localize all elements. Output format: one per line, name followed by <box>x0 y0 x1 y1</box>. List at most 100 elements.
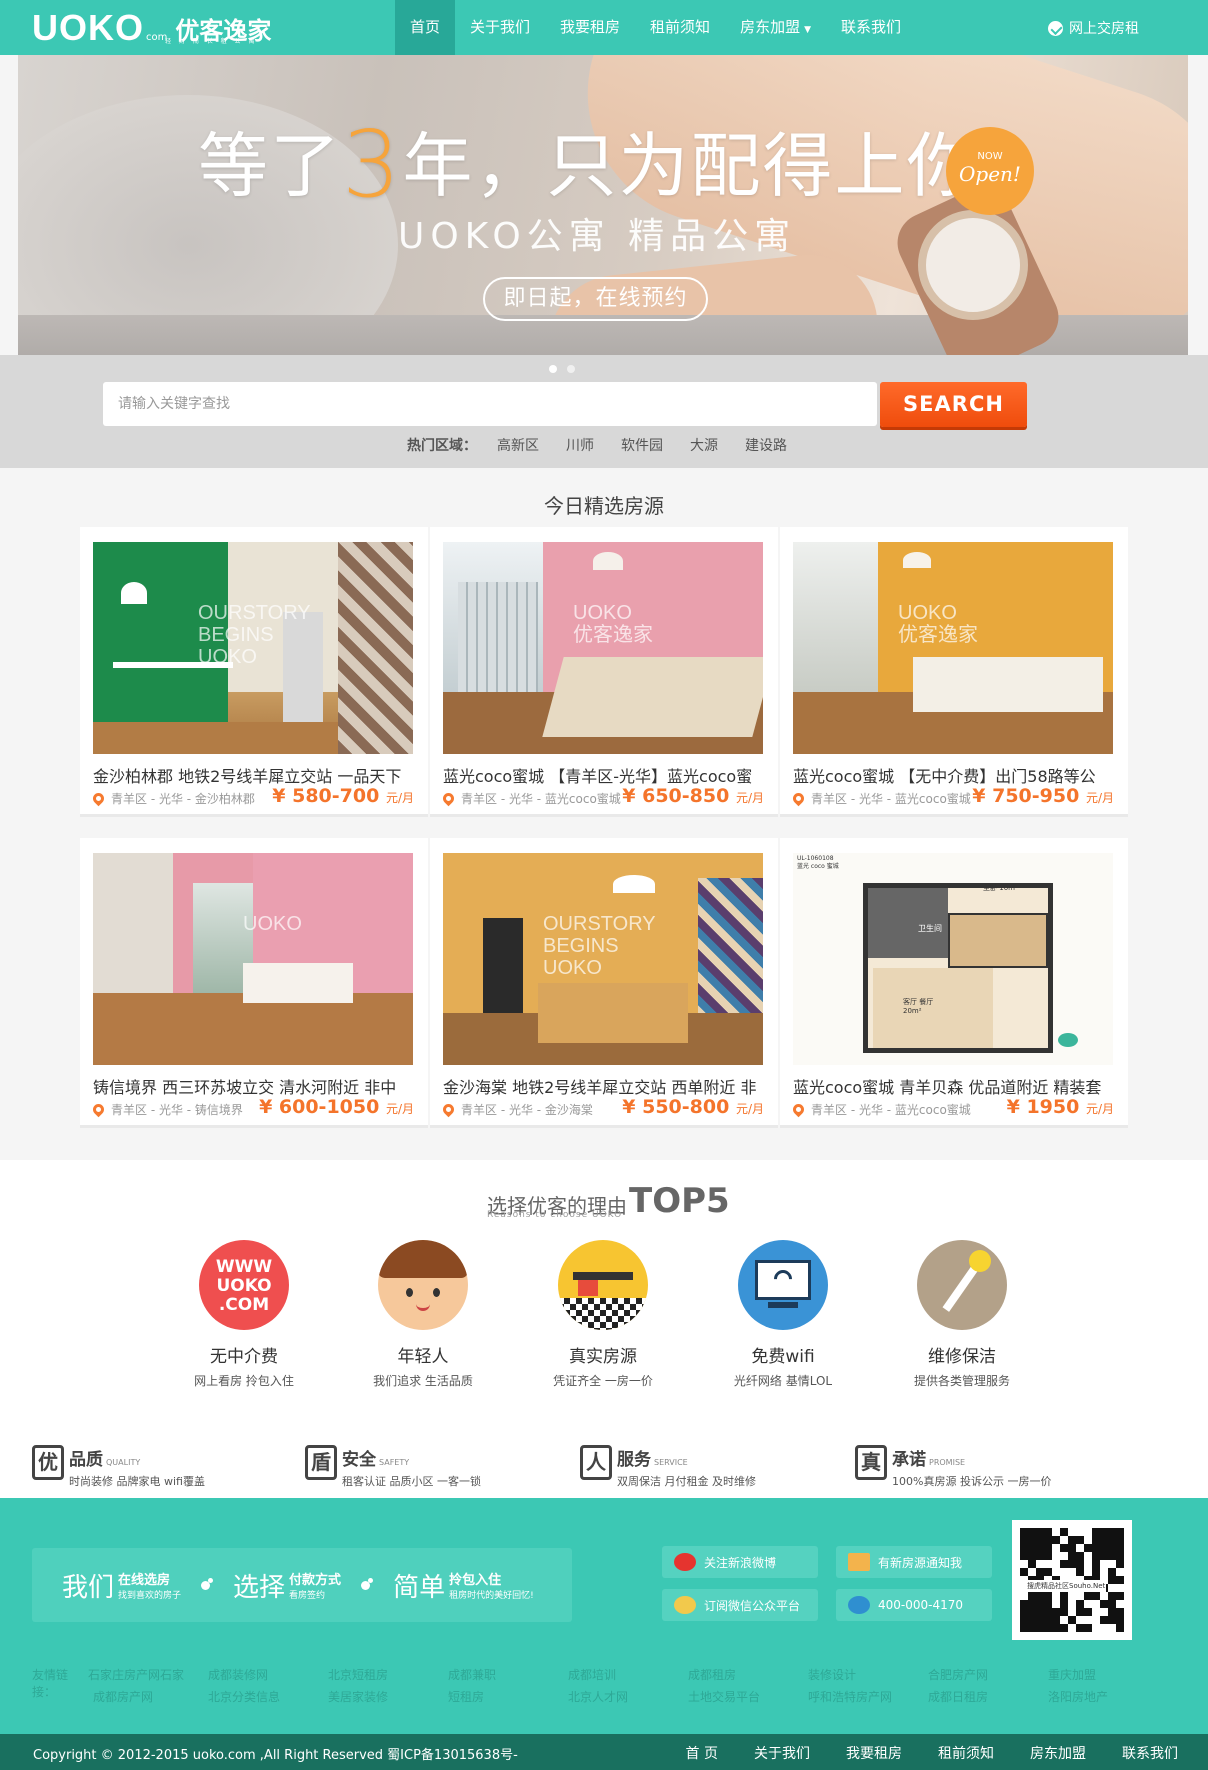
carousel-dot-1[interactable] <box>549 365 557 373</box>
nav-landlord[interactable]: 房东加盟 ▼ <box>725 0 826 55</box>
qr-module <box>1044 1568 1052 1576</box>
nav-rent[interactable]: 我要租房 <box>545 0 635 55</box>
listing-card[interactable]: UOKO 优客逸家 蓝光coco蜜城 【无中介费】出门58路等公 青羊区 - 光华… <box>780 527 1128 817</box>
search-input[interactable]: 请输入关键字查找 <box>103 382 877 426</box>
nav-notice[interactable]: 租前须知 <box>635 0 725 55</box>
friend-link[interactable]: 成都租房 <box>688 1666 808 1688</box>
follow-weibo-button[interactable]: 关注新浪微博 <box>662 1546 818 1578</box>
floorplan-info: UL-1060108 蓝光 coco 蜜城 <box>797 855 839 871</box>
friend-link[interactable]: 成都兼职 <box>448 1666 568 1688</box>
hot-area-link[interactable]: 软件园 <box>621 435 663 455</box>
listing-card[interactable]: UOKO 铸信境界 西三环苏坡立交 清水河附近 非中 青羊区 - 光华 - 铸信… <box>80 838 428 1128</box>
monitor-stand <box>768 1302 798 1308</box>
qr-module <box>1028 1608 1036 1616</box>
eye <box>406 1288 413 1297</box>
friend-link[interactable]: 短租房 <box>448 1688 568 1710</box>
listing-title[interactable]: 蓝光coco蜜城 【青羊区-光华】蓝光coco蜜 <box>443 763 765 787</box>
listing-card[interactable]: OURSTORY BEGINS UOKO 金沙海棠 地铁2号线羊犀立交站 西单附近 … <box>430 838 778 1128</box>
nav-home[interactable]: 首页 <box>395 0 456 55</box>
qr-module <box>1108 1608 1116 1616</box>
hero-banner[interactable]: 等了3年，只为配得上你 UOKO公寓 精品公寓 即日起，在线预约 NOW Ope… <box>18 55 1188 355</box>
www-badge-line: .COM <box>218 1295 270 1315</box>
bottom-nav-rent[interactable]: 我要租房 <box>846 1743 902 1763</box>
friend-link[interactable]: 北京分类信息 <box>208 1688 328 1710</box>
qr-module <box>1092 1568 1100 1576</box>
qr-module <box>1108 1600 1116 1608</box>
reason-title: 年轻人 <box>397 1347 449 1367</box>
listing-card[interactable]: OURSTORY BEGINS UOKO 金沙柏林郡 地铁2号线羊犀立交站 一品天下… <box>80 527 428 817</box>
qr-module <box>1044 1528 1052 1536</box>
qr-module <box>1100 1544 1108 1552</box>
online-rent-payment-button[interactable]: 网上交房租 <box>1048 18 1139 38</box>
feature-title: 安全 <box>342 1450 376 1470</box>
qr-module <box>1108 1568 1116 1576</box>
bottom-nav-about[interactable]: 关于我们 <box>754 1743 810 1763</box>
listing-photo[interactable]: UOKO 优客逸家 <box>793 542 1113 754</box>
qr-module <box>1116 1616 1124 1624</box>
listing-photo[interactable]: UOKO <box>93 853 413 1065</box>
listing-title[interactable]: 蓝光coco蜜城 【无中介费】出门58路等公 <box>793 763 1115 787</box>
friend-link[interactable]: 洛阳房地产 <box>1048 1688 1168 1710</box>
friend-link[interactable]: 成都日租房 <box>928 1688 1048 1710</box>
listing-photo[interactable]: OURSTORY BEGINS UOKO <box>443 853 763 1065</box>
friend-link[interactable]: 成都装修网 <box>208 1666 328 1688</box>
hot-area-link[interactable]: 大源 <box>690 435 718 455</box>
friend-link[interactable]: 成都培训 <box>568 1666 688 1688</box>
mattress <box>538 983 688 1043</box>
phone-button[interactable]: 400-000-4170 <box>836 1589 992 1621</box>
www-badge-icon: WWW UOKO .COM <box>199 1240 289 1330</box>
qr-module <box>1076 1544 1084 1552</box>
main-nav: 首页 关于我们 我要租房 租前须知 房东加盟 ▼ 联系我们 <box>395 0 916 55</box>
wechat-subscribe-button[interactable]: 订阅微信公众平台 <box>662 1589 818 1621</box>
reason-title: 维修保洁 <box>928 1347 996 1367</box>
listing-card[interactable]: UOKO 优客逸家 蓝光coco蜜城 【青羊区-光华】蓝光coco蜜 青羊区 - … <box>430 527 778 817</box>
listing-title[interactable]: 蓝光coco蜜城 青羊贝森 优品道附近 精装套 <box>793 1074 1115 1098</box>
friend-link[interactable]: 土地交易平台 <box>688 1688 808 1710</box>
hot-area-link[interactable]: 川师 <box>566 435 594 455</box>
listing-photo[interactable]: UOKO 优客逸家 <box>443 542 763 754</box>
nav-contact[interactable]: 联系我们 <box>826 0 916 55</box>
hot-area-link[interactable]: 建设路 <box>745 435 787 455</box>
bottom-nav-contact[interactable]: 联系我们 <box>1122 1743 1178 1763</box>
search-button[interactable]: SEARCH <box>880 382 1027 427</box>
listing-photo[interactable]: OURSTORY BEGINS UOKO <box>93 542 413 754</box>
new-listing-notify-button[interactable]: 有新房源通知我 <box>836 1546 992 1578</box>
friend-link[interactable]: 石家庄房产网石家 <box>88 1666 184 1688</box>
qr-module <box>1084 1536 1092 1544</box>
friend-link[interactable]: 北京人才网 <box>568 1688 688 1710</box>
nav-about[interactable]: 关于我们 <box>455 0 545 55</box>
reason-title: 无中介费 <box>210 1347 278 1367</box>
qr-module <box>1092 1616 1100 1624</box>
listing-title[interactable]: 金沙柏林郡 地铁2号线羊犀立交站 一品天下 <box>93 763 415 787</box>
bottom-nav-landlord[interactable]: 房东加盟 <box>1030 1743 1086 1763</box>
floorplan-title: 蓝光 coco 蜜城 <box>797 863 839 870</box>
friend-link[interactable]: 重庆加盟 <box>1048 1666 1168 1688</box>
qr-module <box>1100 1552 1108 1560</box>
hot-area-link[interactable]: 高新区 <box>497 435 539 455</box>
qr-module <box>1060 1600 1068 1608</box>
friend-link[interactable]: 呼和浩特房产网 <box>808 1688 928 1710</box>
listing-title[interactable]: 金沙海棠 地铁2号线羊犀立交站 西单附近 非 <box>443 1074 765 1098</box>
friend-link[interactable]: 装修设计 <box>808 1666 928 1688</box>
patterned-curtain <box>698 878 763 1028</box>
friend-link[interactable]: 美居家装修 <box>328 1688 448 1710</box>
feature-quality: 优 品质 QUALITY 时尚装修 品牌家电 wifi覆盖 <box>32 1445 205 1489</box>
qr-module <box>1092 1592 1100 1600</box>
friend-link[interactable]: 成都房产网 <box>93 1688 208 1710</box>
qr-module <box>1108 1616 1116 1624</box>
bottom-nav-notice[interactable]: 租前须知 <box>938 1743 994 1763</box>
friend-link[interactable]: 合肥房产网 <box>928 1666 1048 1688</box>
listing-card[interactable]: UL-1060108 蓝光 coco 蜜城 卫生间 主卧 10m² 客厅 餐厅 20… <box>780 838 1128 1128</box>
watermark-text: UOKO <box>243 913 302 935</box>
listing-floorplan[interactable]: UL-1060108 蓝光 coco 蜜城 卫生间 主卧 10m² 客厅 餐厅 20… <box>793 853 1113 1065</box>
friend-link[interactable]: 北京短租房 <box>328 1666 448 1688</box>
bottom-nav-home[interactable]: 首 页 <box>686 1743 718 1763</box>
listing-title[interactable]: 铸信境界 西三环苏坡立交 清水河附近 非中 <box>93 1074 415 1098</box>
location-pin-icon <box>90 790 107 807</box>
repair-tools-icon <box>917 1240 1007 1330</box>
qr-module <box>1068 1552 1076 1560</box>
hair <box>378 1240 468 1278</box>
banner-booking-button[interactable]: 即日起，在线预约 <box>483 277 708 321</box>
carousel-dot-2[interactable] <box>567 365 575 373</box>
listing-price-value: ¥ 750-950 <box>972 785 1080 807</box>
